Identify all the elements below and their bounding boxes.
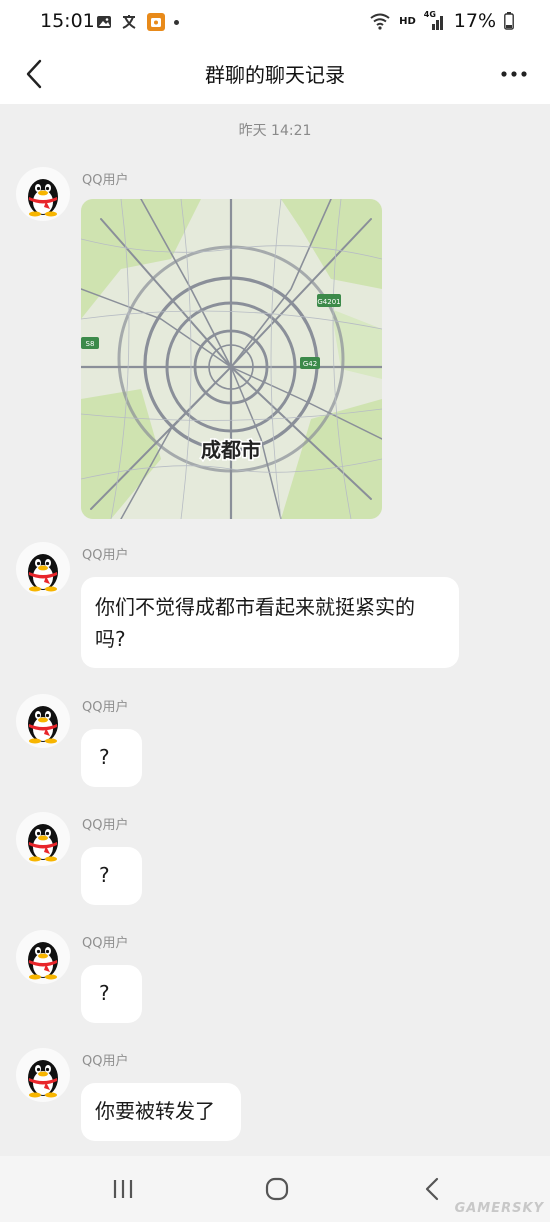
page-title: 群聊的聊天记录 [205, 63, 345, 87]
sender-name: QQ用户 [82, 936, 129, 951]
message-bubble[interactable]: 你们不觉得成都市看起来就挺紧实的吗? [81, 577, 459, 668]
sender-name: QQ用户 [82, 173, 129, 188]
message-bubble[interactable]: ? [81, 965, 142, 1023]
qq-penguin-icon [28, 554, 58, 592]
avatar[interactable] [16, 542, 70, 596]
qq-penguin-icon [28, 1060, 58, 1098]
top-nav-bar: 群聊的聊天记录 [0, 44, 550, 104]
recent-apps-icon [113, 1180, 133, 1198]
sender-name: QQ用户 [82, 548, 129, 563]
home-button[interactable] [257, 1172, 297, 1206]
status-bar: 15:01 HD 4G 17% [0, 0, 550, 44]
road-badge: G42 [303, 360, 317, 368]
avatar[interactable] [16, 167, 70, 221]
battery-icon [504, 12, 514, 30]
system-back-button[interactable] [412, 1172, 452, 1206]
back-icon [425, 1177, 439, 1201]
qq-penguin-icon [28, 179, 58, 217]
qq-penguin-icon [28, 824, 58, 862]
dot-indicator [174, 19, 179, 25]
road-badge: S8 [86, 340, 95, 348]
chat-timestamp: 昨天 14:21 [238, 123, 312, 139]
sender-name: QQ用户 [82, 1054, 129, 1069]
translate-icon [122, 15, 136, 29]
qq-penguin-icon [28, 942, 58, 980]
map-city-label: 成都市 [201, 438, 261, 462]
message-bubble[interactable]: ? [81, 847, 142, 905]
signal-type: 4G [423, 10, 436, 19]
signal-icon: 4G [423, 10, 446, 30]
status-time: 15:01 [40, 10, 95, 32]
message-bubble[interactable]: 你要被转发了 [81, 1083, 241, 1141]
message-bubble[interactable]: ? [81, 729, 142, 787]
app-notification-icon [147, 13, 165, 31]
watermark: GAMERSKY [454, 1201, 544, 1216]
gallery-icon [97, 16, 111, 28]
road-badge: G4201 [317, 298, 340, 306]
avatar[interactable] [16, 1048, 70, 1102]
more-dots-icon [501, 71, 527, 77]
map-image[interactable]: G4201 S8 G42 成都市 [81, 199, 382, 519]
avatar[interactable] [16, 930, 70, 984]
status-notification-icons [96, 12, 179, 32]
wifi-icon [370, 13, 390, 30]
sender-name: QQ用户 [82, 700, 129, 715]
status-right-group: HD 4G 17% [369, 10, 514, 32]
more-button[interactable] [494, 56, 534, 92]
chengdu-map: G4201 S8 G42 成都市 [81, 199, 382, 519]
sender-name: QQ用户 [82, 818, 129, 833]
qq-penguin-icon [28, 706, 58, 744]
network-label: HD [399, 15, 416, 27]
recent-apps-button[interactable] [103, 1172, 143, 1206]
avatar[interactable] [16, 694, 70, 748]
home-icon [265, 1177, 289, 1201]
battery-percent: 17% [453, 10, 496, 32]
avatar[interactable] [16, 812, 70, 866]
system-nav-bar: GAMERSKY [0, 1156, 550, 1222]
